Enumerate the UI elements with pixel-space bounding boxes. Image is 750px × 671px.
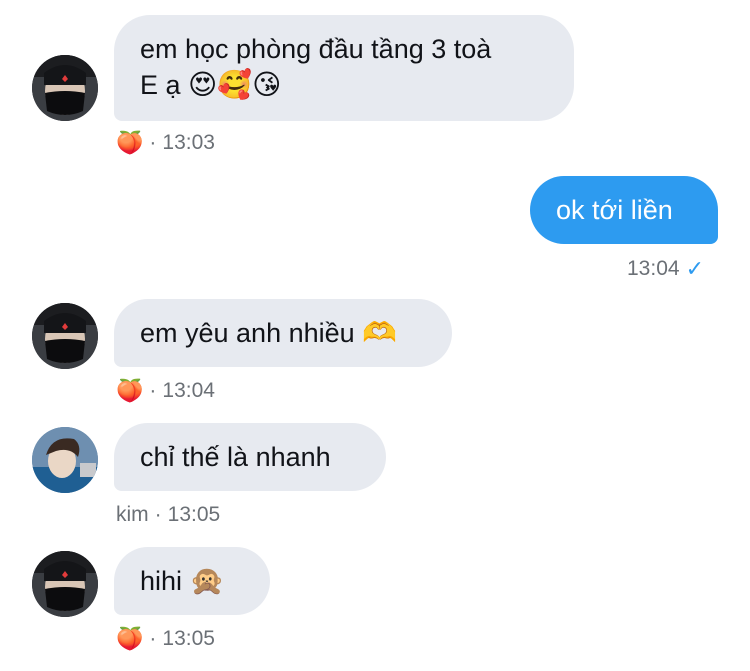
message-time: 13:05 [162,627,215,650]
message-bubble-outgoing[interactable]: ok tới liền [530,176,718,244]
message-meta: kim · 13:05 [116,503,220,527]
avatar-masked-user[interactable] [32,55,98,121]
separator-dot: · [149,379,157,402]
message-time: 13:03 [162,131,215,154]
message-bubble[interactable]: hihi 🙊 [114,547,270,615]
avatar-masked-user[interactable] [32,551,98,617]
kiss-emoji: 😘 [252,69,282,100]
sent-check-icon: ✓ [685,256,704,281]
message-text-line2: E ạ 😍🥰😘 [140,69,282,100]
message-bubble[interactable]: em học phòng đầu tầng 3 toà E ạ 😍🥰😘 [114,15,574,121]
peach-reaction-icon[interactable]: 🍑 [116,380,143,402]
sender-name: kim [116,503,149,526]
message-text: chỉ thế là nhanh [140,442,331,472]
message-time: 13:04 [627,257,680,280]
heart-hands-emoji: 🫶 [362,317,398,348]
message-time: 13:05 [167,503,221,526]
message-time: 13:04 [162,379,215,402]
message-text: em yêu anh nhiều [140,318,355,348]
message-meta: 🍑 · 13:05 [116,627,215,651]
message-meta: 🍑 · 13:04 [116,379,215,403]
speak-no-evil-monkey-emoji: 🙊 [189,565,225,596]
heart-eyes-emoji: 😍 [188,69,218,100]
message-text: ok tới liền [556,195,673,225]
message-bubble[interactable]: em yêu anh nhiều 🫶 [114,299,452,367]
message-text: hihi [140,566,183,596]
message-meta: 13:04 ✓ [627,256,704,282]
message-bubble[interactable]: chỉ thế là nhanh [114,423,386,491]
peach-reaction-icon[interactable]: 🍑 [116,628,143,650]
smiling-hearts-emoji: 🥰 [217,69,253,100]
avatar-kim[interactable] [32,427,98,493]
message-meta: 🍑 · 13:03 [116,131,215,155]
message-text-line1: em học phòng đầu tầng 3 toà [140,34,492,64]
separator-dot: · [154,503,162,526]
separator-dot: · [149,627,157,650]
peach-reaction-icon[interactable]: 🍑 [116,132,143,154]
separator-dot: · [149,131,157,154]
avatar-masked-user[interactable] [32,303,98,369]
